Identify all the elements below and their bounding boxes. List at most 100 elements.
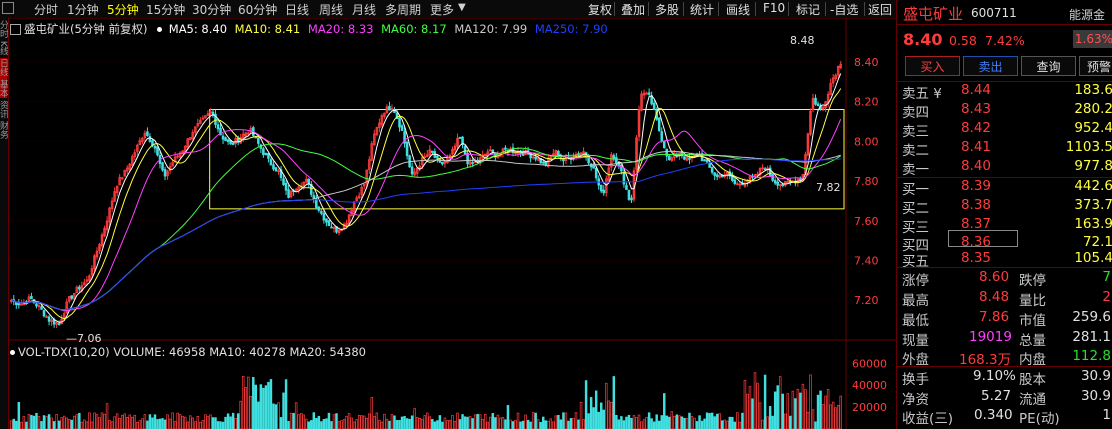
divider [897,24,1112,25]
volume-bar [635,417,638,429]
left-tab-1[interactable]: K线 [0,41,8,56]
period-tab-fenshi[interactable]: 分时 [34,1,58,18]
left-tab-2[interactable]: 日线 [0,59,8,77]
candle-body [148,136,152,142]
kline-chart-area[interactable]: 7.20 7.40 7.60 7.80 8.00 8.20 8.40 20000 40000 60… [8,18,896,429]
tool-multistock-button[interactable]: 多股 [655,1,679,18]
candle-body [40,306,43,310]
high-value: 8.48 [979,289,1010,305]
volume-bar [254,384,258,429]
bid-volume: 105.4 [1074,250,1112,266]
candle-body [400,125,404,131]
volume-bar [728,416,732,429]
volume-bar [814,421,817,429]
volume-tick-label: 20000 [852,401,887,414]
volume-bar [22,416,26,429]
kline-chart-svg[interactable]: 7.20 7.40 7.60 7.80 8.00 8.20 8.40 20000 40000 60… [8,18,896,429]
candle-body [703,159,706,162]
period-tab-multi[interactable]: 多周期 [385,1,421,18]
candle-body [665,148,669,157]
candle-body [705,159,709,163]
sell-button[interactable]: 卖出 [963,56,1018,76]
volume-bar [47,414,51,429]
period-tab-30min[interactable]: 30分钟 [192,1,231,18]
volume-bar [297,414,300,429]
inner-label: 内盘 [1019,352,1046,368]
sector-label[interactable]: 能源金 [1069,6,1105,23]
volume-bar [259,384,263,429]
left-tab-4[interactable]: 资讯 [0,100,8,118]
volume-bar [466,416,469,429]
left-tab-3[interactable]: 基本 [0,80,8,98]
bid-price: 8.36 [960,234,991,250]
candle-body [441,161,444,165]
volume-bar [148,414,152,429]
tool-stats-button[interactable]: 统计 [690,1,714,18]
volume-bar [786,393,790,429]
volume-bar [605,382,608,429]
left-tab-0[interactable]: 分时 [0,20,8,38]
volume-bar [710,412,714,429]
tool-fuquan-button[interactable]: 复权 [588,1,612,18]
volume-bar [272,403,275,429]
volume-bar [536,419,540,429]
volume-bar [299,413,303,429]
volume-bar [181,416,184,429]
chevron-down-icon[interactable]: ▼ [458,2,466,13]
period-tab-15min[interactable]: 15分钟 [146,1,185,18]
volume-bar [539,422,542,429]
tool-draw-button[interactable]: 画线 [726,1,750,18]
period-tab-daily[interactable]: 日线 [285,1,309,18]
query-button[interactable]: 查询 [1021,56,1076,76]
price-change-pct: 7.42% [985,33,1025,48]
volume-bar [647,412,651,429]
candle-body [388,106,391,111]
tool-mark-button[interactable]: 标记 [796,1,820,18]
volume-bar [678,415,681,429]
tool-remove-watchlist-button[interactable]: -自选 [830,1,858,18]
period-tab-60min[interactable]: 60分钟 [238,1,277,18]
alert-button[interactable]: 预警 [1079,56,1112,76]
left-tab-5[interactable]: 财务 [0,121,8,139]
period-tab-1min[interactable]: 1分钟 [67,1,99,18]
volume-bar [17,401,21,429]
volume-bar [804,389,807,429]
period-tab-weekly[interactable]: 周线 [319,1,343,18]
volume-bar [615,415,618,429]
volume-bar [105,403,109,429]
candle-body [708,162,711,168]
volume-bar [335,413,338,429]
volume-bar [529,421,532,429]
volume-bar [158,418,162,429]
volume-bar [413,408,416,429]
volume-bar [12,418,16,429]
period-tab-monthly[interactable]: 月线 [352,1,376,18]
volume-tick-label: 60000 [852,357,887,370]
collapse-icon[interactable] [2,2,14,14]
volume-bar [100,412,104,429]
price-tick-label: 8.00 [854,135,879,148]
tool-f10-button[interactable]: F10 [763,1,785,15]
volume-bar [506,405,510,429]
volume-bar [723,419,726,429]
candle-body [541,161,545,164]
volume-bar [756,382,759,429]
volume-bar [453,420,457,429]
tool-back-button[interactable]: 返回 [868,1,892,18]
period-tab-more[interactable]: 更多 [430,1,454,18]
price-change: 0.58 [949,33,977,48]
legend-icon[interactable] [10,24,21,35]
volume-bar [403,416,406,429]
volume-bar [516,412,520,429]
buy-button[interactable]: 买入 [905,56,960,76]
volume-bar [731,416,734,429]
volume-bar [216,421,220,429]
volume-bar [37,416,41,429]
tool-overlay-button[interactable]: 叠加 [621,1,645,18]
volume-bar [834,407,837,429]
volume-bar [249,396,253,429]
period-tab-5min[interactable]: 5分钟 [107,1,139,18]
volume-bar [320,421,323,429]
volume-bar [269,379,273,429]
eps-label: 收益(三) [902,411,954,427]
